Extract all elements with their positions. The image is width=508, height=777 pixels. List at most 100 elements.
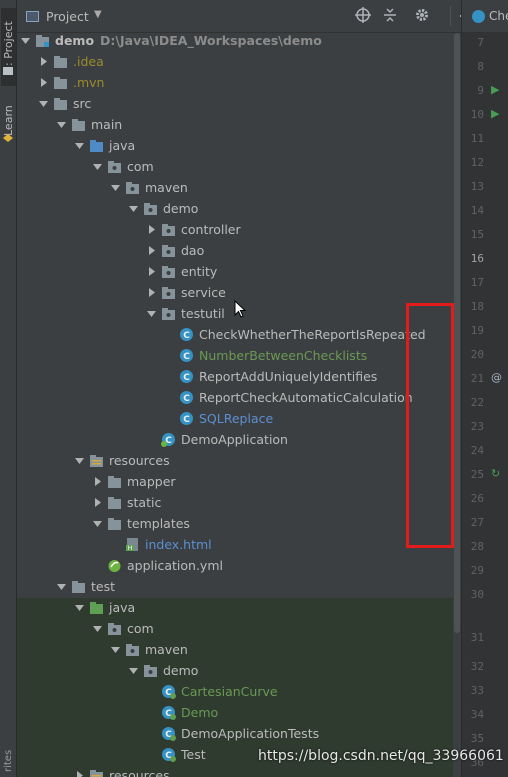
chevron-down-icon[interactable] <box>93 162 102 171</box>
tree-item-label: demo D:\Java\IDEA_Workspaces\demo <box>55 32 322 49</box>
chevron-down-icon[interactable] <box>129 666 138 675</box>
chevron-right-icon[interactable] <box>147 225 155 234</box>
tree-item[interactable]: controller <box>17 219 453 240</box>
tree-item-label: test <box>91 578 115 595</box>
tree-item[interactable]: java <box>17 597 453 618</box>
chevron-down-icon[interactable] <box>75 141 84 150</box>
tree-item[interactable]: Hindex.html <box>17 534 453 555</box>
tree-item[interactable]: static <box>17 492 453 513</box>
line-number: 29 <box>470 564 484 577</box>
tree-item[interactable]: C NumberBetweenChecklists <box>17 345 453 366</box>
tree-item-name: maven <box>145 642 188 657</box>
chevron-down-icon[interactable]: ▼ <box>94 9 102 20</box>
tree-item[interactable]: com <box>17 156 453 177</box>
tree-item-name: com <box>127 159 154 174</box>
tree-item[interactable]: .idea <box>17 51 453 72</box>
tree-item-name: CheckWhetherTheReportIsRepeated <box>199 327 426 342</box>
tree-item[interactable]: C Demo <box>17 702 453 723</box>
chevron-down-icon[interactable] <box>129 204 138 213</box>
tree-item[interactable]: maven <box>17 639 453 660</box>
learn-icon <box>3 134 13 142</box>
tree-item[interactable]: entity <box>17 261 453 282</box>
tree-item[interactable]: application.yml <box>17 555 453 576</box>
run-icon[interactable]: ▶ <box>491 107 499 120</box>
chevron-right-icon[interactable] <box>93 477 101 486</box>
folder-icon <box>71 117 86 132</box>
chevron-right-icon[interactable] <box>93 498 101 507</box>
favorites-tool-tab[interactable]: rites <box>1 745 16 777</box>
tree-item[interactable]: dao <box>17 240 453 261</box>
project-view-title[interactable]: Project <box>46 9 89 24</box>
chevron-down-icon[interactable] <box>57 582 66 591</box>
tree-item-label: testutil <box>181 305 225 322</box>
class-icon: C <box>179 327 194 342</box>
tree-item[interactable]: C SQLReplace <box>17 408 453 429</box>
line-number: 19 <box>470 324 484 337</box>
tree-item[interactable]: demo <box>17 198 453 219</box>
tree-item-label: entity <box>181 263 217 280</box>
tree-item[interactable]: src <box>17 93 453 114</box>
tree-item[interactable]: C ReportCheckAutomaticCalculation <box>17 387 453 408</box>
gear-icon[interactable] <box>413 7 431 25</box>
tree-item[interactable]: demo <box>17 660 453 681</box>
line-number: 20 <box>470 348 484 361</box>
tree-item-name: main <box>91 117 123 132</box>
chevron-down-icon[interactable] <box>39 99 48 108</box>
tree-item[interactable]: C CheckWhetherTheReportIsRepeated <box>17 324 453 345</box>
tree-item[interactable]: resources <box>17 765 453 777</box>
line-number: 28 <box>470 540 484 553</box>
tree-item[interactable]: java <box>17 135 453 156</box>
scrollbar-thumb[interactable] <box>454 33 460 633</box>
chevron-down-icon[interactable] <box>21 36 30 45</box>
chevron-right-icon[interactable] <box>147 288 155 297</box>
tree-item-name: index.html <box>145 537 212 552</box>
tree-item[interactable]: test <box>17 576 453 597</box>
chevron-right-icon[interactable] <box>39 57 47 66</box>
tree-item[interactable]: mapper <box>17 471 453 492</box>
chevron-down-icon[interactable] <box>75 456 84 465</box>
chevron-right-icon[interactable] <box>75 771 83 777</box>
chevron-down-icon[interactable] <box>111 645 120 654</box>
chevron-right-icon[interactable] <box>39 78 47 87</box>
chevron-down-icon[interactable] <box>57 120 66 129</box>
tree-item-name: controller <box>181 222 241 237</box>
tree-root-module[interactable]: demo D:\Java\IDEA_Workspaces\demo <box>17 30 453 51</box>
chevron-right-icon[interactable] <box>147 267 155 276</box>
tree-item-name: maven <box>145 180 188 195</box>
chevron-down-icon[interactable] <box>93 624 102 633</box>
test-class-icon: C <box>161 726 176 741</box>
chevron-down-icon[interactable] <box>75 603 84 612</box>
test-class-icon: C <box>161 747 176 762</box>
project-tree[interactable]: demo D:\Java\IDEA_Workspaces\demo .idea .mv… <box>17 30 453 777</box>
tree-item[interactable]: C DemoApplication <box>17 429 453 450</box>
tree-item[interactable]: maven <box>17 177 453 198</box>
run-icon[interactable]: ▶ <box>491 83 499 96</box>
tree-item[interactable]: com <box>17 618 453 639</box>
line-number: 30 <box>470 588 484 601</box>
editor-tab[interactable]: Che <box>461 0 508 33</box>
tree-item[interactable]: C ReportAddUniquelyIdentifies <box>17 366 453 387</box>
class-icon: C <box>179 348 194 363</box>
tree-item[interactable]: .mvn <box>17 72 453 93</box>
line-number: 14 <box>470 204 484 217</box>
tree-item[interactable]: main <box>17 114 453 135</box>
line-number: 7 <box>477 36 484 49</box>
chevron-down-icon[interactable] <box>93 519 102 528</box>
tree-scrollbar[interactable] <box>453 33 461 777</box>
tree-item[interactable]: resources <box>17 450 453 471</box>
collapse-all-icon[interactable] <box>381 7 399 25</box>
spring-config-icon <box>107 558 122 573</box>
chevron-down-icon[interactable] <box>147 309 156 318</box>
favorites-tool-tab-label: rites <box>3 749 14 773</box>
locate-icon[interactable] <box>354 7 372 25</box>
chevron-down-icon[interactable] <box>111 183 120 192</box>
tree-item-name: dao <box>181 243 205 258</box>
tree-item-name: resources <box>109 453 170 468</box>
tree-item[interactable]: C CartesianCurve <box>17 681 453 702</box>
tree-item[interactable]: templates <box>17 513 453 534</box>
chevron-right-icon[interactable] <box>147 246 155 255</box>
tree-item-name: src <box>73 96 92 111</box>
tree-item[interactable]: C DemoApplicationTests <box>17 723 453 744</box>
reload-icon[interactable]: ↻ <box>491 467 500 480</box>
spring-boot-class-icon: C <box>161 432 176 447</box>
